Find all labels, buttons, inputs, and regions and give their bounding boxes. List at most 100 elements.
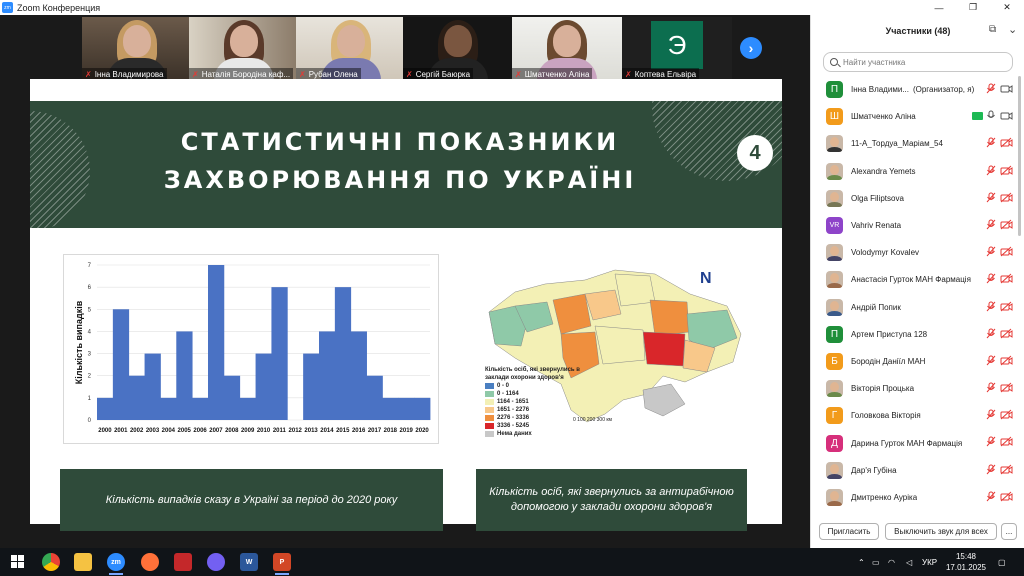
mic-muted-icon[interactable]	[986, 192, 996, 203]
participant-row[interactable]: Дар'я Губіна	[811, 457, 1017, 484]
camera-icon[interactable]	[1000, 83, 1013, 94]
participant-row[interactable]: П Інна Владими... (Организатор, я)	[811, 76, 1017, 103]
participant-row[interactable]: Вікторія Процька	[811, 375, 1017, 402]
participant-row[interactable]: П Артем Приступа 128	[811, 321, 1017, 348]
participant-row[interactable]: Анастасія Гурток МАН Фармація	[811, 266, 1017, 293]
powerpoint-icon[interactable]: P	[273, 553, 291, 571]
caption-map: Кількість осіб, які звернулись за антира…	[476, 469, 747, 531]
camera-icon[interactable]	[1000, 110, 1013, 121]
tray-app-icon[interactable]: ▭	[872, 548, 880, 576]
participants-panel: Участники (48) ⧉ ⌄ Найти участника П Інна…	[810, 15, 1024, 548]
mic-muted-icon[interactable]	[986, 219, 996, 230]
shared-slide: СТАТИСТИЧНІ ПОКАЗНИКИ ЗАХВОРЮВАННЯ ПО УК…	[30, 79, 782, 531]
legend-swatch	[485, 431, 494, 437]
participants-scrollbar[interactable]	[1017, 76, 1022, 522]
video-tile[interactable]: Э ✗ Коптева Ельвіра	[622, 17, 732, 80]
bar	[271, 287, 288, 420]
video-tile[interactable]: ✗ Інна Владимирова	[82, 17, 192, 80]
mic-muted-icon[interactable]	[986, 137, 996, 148]
mic-muted-icon[interactable]	[986, 464, 996, 475]
mic-muted-icon: ✗	[299, 69, 306, 79]
windows-start-icon[interactable]	[9, 553, 27, 571]
mic-muted-icon[interactable]	[986, 491, 996, 502]
participant-row[interactable]: Андрій Попик	[811, 294, 1017, 321]
participant-avatar	[826, 298, 843, 316]
mic-muted-icon[interactable]	[986, 246, 996, 257]
wifi-icon[interactable]: ◠	[888, 548, 895, 576]
camera-off-icon[interactable]	[1000, 165, 1013, 176]
participant-row[interactable]: Alexandra Yemets	[811, 158, 1017, 185]
popout-icon[interactable]: ⧉	[989, 24, 996, 35]
close-panel-icon[interactable]: ⌄	[1008, 23, 1017, 36]
app-icon[interactable]	[174, 553, 192, 571]
mic-muted-icon[interactable]	[986, 436, 996, 447]
zoom-taskbar-icon[interactable]: zm	[107, 553, 125, 571]
word-icon[interactable]: W	[240, 553, 258, 571]
mic-muted-icon[interactable]	[986, 409, 996, 420]
minimize-button[interactable]: —	[922, 0, 956, 15]
camera-off-icon[interactable]	[1000, 355, 1013, 366]
mic-muted-icon[interactable]	[986, 328, 996, 339]
participant-row[interactable]: Olga Filiptsova	[811, 185, 1017, 212]
mic-muted-icon: ✗	[85, 69, 92, 79]
mic-muted-icon[interactable]	[986, 355, 996, 366]
map-region-kirovohrad	[594, 325, 646, 365]
slide-title: СТАТИСТИЧНІ ПОКАЗНИКИ ЗАХВОРЮВАННЯ ПО УК…	[163, 128, 637, 194]
bar-chart-svg: 0 1 2 3 4 5 6 7 2000 2001 2002 2003 2004 2005 2006 2007…	[74, 263, 431, 434]
mic-icon[interactable]	[986, 110, 996, 121]
camera-off-icon[interactable]	[1000, 137, 1013, 148]
camera-off-icon[interactable]	[1000, 436, 1013, 447]
clock[interactable]: 15:48 17.01.2025	[944, 551, 988, 573]
participant-row[interactable]: Ш Шматченко Аліна	[811, 103, 1017, 130]
participant-name: Бородін Даніїл МАН	[851, 356, 926, 366]
chevron-right-icon: ›	[748, 40, 754, 56]
volume-icon[interactable]: ◁	[906, 548, 912, 576]
camera-off-icon[interactable]	[1000, 382, 1013, 393]
camera-off-icon[interactable]	[1000, 491, 1013, 502]
video-tile[interactable]: ✗ Наталія Бородіна каф...	[189, 17, 299, 80]
camera-off-icon[interactable]	[1000, 464, 1013, 475]
participant-status-icons	[986, 409, 1013, 420]
participant-search-input[interactable]: Найти участника	[823, 52, 1013, 72]
camera-off-icon[interactable]	[1000, 219, 1013, 230]
language-indicator[interactable]: УКР	[922, 548, 937, 576]
camera-off-icon[interactable]	[1000, 246, 1013, 257]
participant-row[interactable]: Д Дарина Гурток МАН Фармація	[811, 429, 1017, 456]
mic-muted-icon[interactable]	[986, 273, 996, 284]
camera-off-icon[interactable]	[1000, 192, 1013, 203]
participant-row[interactable]: Volodymyr Kovalev	[811, 239, 1017, 266]
participant-row[interactable]: Г Головкова Вікторія	[811, 402, 1017, 429]
invite-button[interactable]: Пригласить	[819, 523, 879, 540]
mute-all-button[interactable]: Выключить звук для всех	[885, 523, 997, 540]
file-explorer-icon[interactable]	[74, 553, 92, 571]
notifications-icon[interactable]: ▢	[998, 548, 1006, 576]
more-options-button[interactable]: ...	[1001, 523, 1017, 540]
camera-off-icon[interactable]	[1000, 273, 1013, 284]
y-tick-label: 6	[88, 285, 92, 291]
video-tile[interactable]: ✗ Сергій Баюрка	[403, 17, 513, 80]
maximize-button[interactable]: ❐	[956, 0, 990, 15]
camera-off-icon[interactable]	[1000, 409, 1013, 420]
mic-muted-icon[interactable]	[986, 83, 996, 94]
participant-name: Шматченко Аліна	[851, 112, 916, 122]
mic-muted-icon[interactable]	[986, 301, 996, 312]
participant-row[interactable]: Дмитренко Ауріка	[811, 484, 1017, 511]
gallery-next-button[interactable]: ›	[740, 37, 762, 59]
mic-muted-icon[interactable]	[986, 165, 996, 176]
participant-name: Головкова Вікторія	[851, 411, 921, 421]
video-tile[interactable]: ✗ Шматченко Аліна	[512, 17, 622, 80]
camera-off-icon[interactable]	[1000, 328, 1013, 339]
x-tick-label: 2011	[273, 428, 287, 434]
viber-icon[interactable]	[207, 553, 225, 571]
firefox-icon[interactable]	[141, 553, 159, 571]
camera-off-icon[interactable]	[1000, 301, 1013, 312]
chrome-icon[interactable]	[42, 553, 60, 571]
participant-role: (Организатор, я)	[912, 85, 975, 95]
participant-row[interactable]: Б Бородін Даніїл МАН	[811, 348, 1017, 375]
participant-row[interactable]: 11-А_Тордуа_Маріам_54	[811, 130, 1017, 157]
tray-chevron-icon[interactable]: ⌃	[858, 548, 865, 576]
video-tile[interactable]: ✗ Рубан Олена	[296, 17, 406, 80]
mic-muted-icon[interactable]	[986, 382, 996, 393]
close-window-button[interactable]: ✕	[990, 0, 1024, 15]
participant-row[interactable]: VR Vahriv Renata	[811, 212, 1017, 239]
